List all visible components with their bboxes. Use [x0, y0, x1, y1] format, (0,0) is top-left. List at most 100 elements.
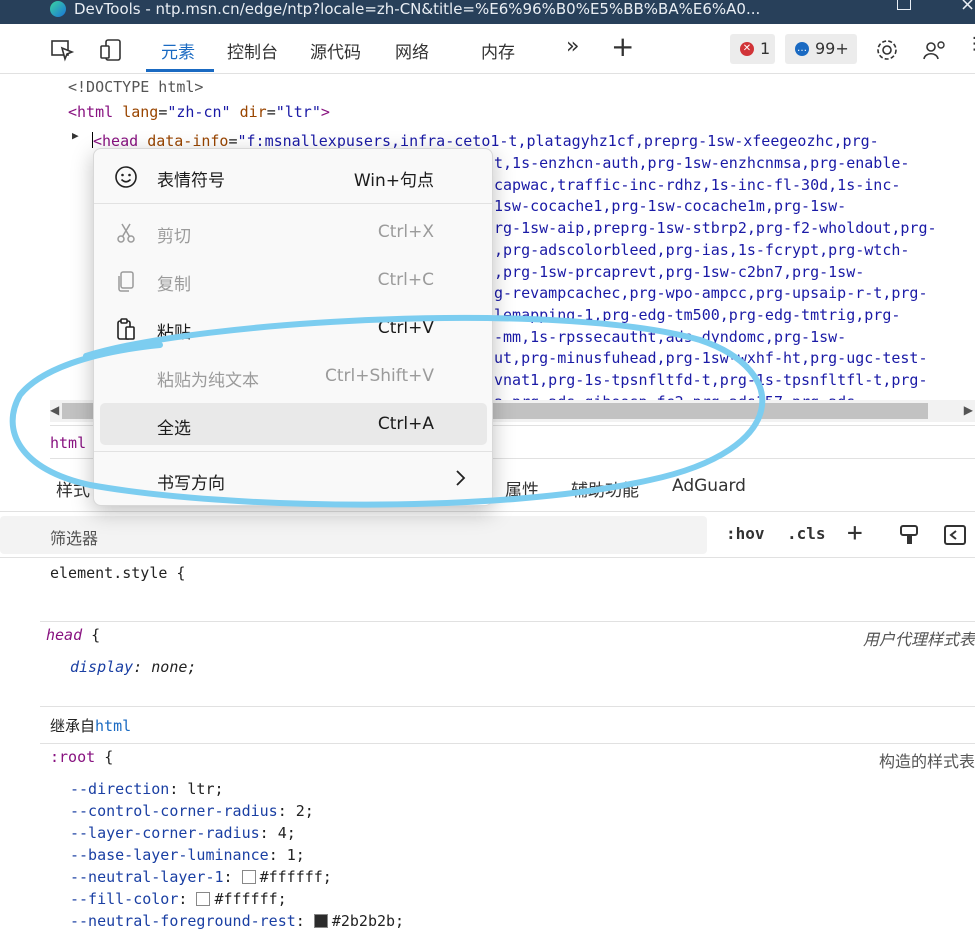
menu-item-shortcut: Ctrl+X [377, 222, 434, 242]
html-tag: <html [68, 103, 114, 121]
close-window-button[interactable]: × [960, 0, 975, 15]
scroll-left-arrow-icon[interactable]: ◀ [50, 403, 59, 417]
tab-memory[interactable]: 内存 [481, 38, 515, 63]
window-titlebar: DevTools - ntp.msn.cn/edge/ntp?locale=zh… [0, 0, 975, 24]
menu-item-label: 复制 [157, 275, 191, 295]
inherited-tag-link[interactable]: html [95, 717, 131, 735]
head-selector[interactable]: head { [46, 626, 100, 644]
device-emulation-icon[interactable] [99, 38, 125, 62]
more-tabs-button[interactable]: » [566, 34, 579, 59]
tab-console[interactable]: 控制台 [227, 38, 278, 63]
tab-properties[interactable]: 属性 [505, 476, 539, 501]
root-selector[interactable]: :root { [50, 748, 113, 766]
doctype-node[interactable]: <!DOCTYPE html> [68, 78, 203, 96]
color-swatch[interactable] [313, 914, 328, 928]
tab-styles[interactable]: 样式 [56, 476, 90, 501]
menu-item-copy[interactable]: 复制 Ctrl+C [100, 259, 487, 301]
css-variable-declaration[interactable]: --neutral-foreground-rest: #2b2b2b; [70, 912, 404, 930]
css-variable-declaration[interactable]: --layer-corner-radius: 4; [70, 824, 296, 842]
menu-item-shortcut: Ctrl+C [377, 270, 434, 290]
display-val: none; [151, 658, 197, 676]
menu-item-label: 全选 [157, 419, 191, 439]
error-icon: ✕ [740, 42, 754, 56]
new-style-rule-button[interactable]: + [847, 518, 863, 548]
menu-item-writing-direction[interactable]: 书写方向 [100, 458, 487, 500]
clipboard-icon [117, 318, 135, 340]
issues-count-badge[interactable]: … 99+ [785, 34, 857, 64]
lang-attr: lang [122, 103, 159, 121]
emoji-icon [115, 166, 137, 188]
css-variable-declaration[interactable]: --fill-color: #ffffff; [70, 890, 287, 908]
data-info-continuation: capwac,traffic-inc-rdhz,1s-inc-fl-30d,1s… [494, 175, 901, 194]
add-tab-button[interactable]: + [611, 30, 634, 63]
styles-filter-bar: 筛选器 :hov .cls + [0, 514, 975, 558]
context-menu: 表情符号 Win+句点 剪切 Ctrl+X 复制 Ctrl+C 粘贴 Ctrl+… [93, 148, 493, 506]
menu-item-emoji[interactable]: 表情符号 Win+句点 [100, 155, 487, 197]
tab-adguard[interactable]: AdGuard [672, 476, 746, 496]
menu-item-select-all[interactable]: 全选 Ctrl+A [100, 403, 487, 445]
devtools-app-icon [50, 1, 66, 17]
display-prop: display [70, 658, 134, 676]
breadcrumb-html[interactable]: html [50, 434, 86, 452]
scroll-right-arrow-icon[interactable]: ▶ [964, 403, 973, 417]
restore-window-button[interactable] [897, 0, 911, 10]
element-style-rule[interactable]: element.style { [50, 564, 185, 582]
menu-item-label: 粘贴 [157, 323, 191, 343]
menu-item-shortcut: Win+句点 [353, 171, 434, 191]
tab-network[interactable]: 网络 [395, 38, 429, 63]
expand-arrow-icon[interactable]: ▶ [72, 129, 79, 142]
color-swatch[interactable] [196, 892, 211, 906]
data-info-continuation: a prg-ads-qiboosp-fc2 prg-ads157 prg-ads [494, 393, 855, 400]
toggle-sidebar-icon[interactable] [944, 525, 966, 545]
feedback-people-icon[interactable] [922, 38, 948, 62]
hov-toggle-button[interactable]: :hov [726, 524, 765, 543]
data-info-continuation: ut,prg-minusfuhead,prg-1sw-wxhf-ht,prg-u… [494, 349, 928, 368]
css-variable-declaration[interactable]: --direction: ltr; [70, 780, 224, 798]
chevron-right-icon [456, 470, 466, 486]
menu-item-shortcut: Ctrl+V [377, 318, 434, 338]
error-count: 1 [760, 39, 771, 58]
dir-val: "ltr" [275, 103, 321, 121]
styles-pane: element.style { head { 用户代理样式表 display: … [0, 558, 975, 930]
color-swatch[interactable] [241, 870, 256, 884]
css-variable-value: 1; [286, 846, 305, 864]
tab-sources[interactable]: 源代码 [310, 38, 361, 63]
css-variable-value: ltr; [187, 780, 224, 798]
head-selector-name: head [46, 626, 83, 644]
data-info-continuation: 1sw-cocache1,prg-1sw-cocache1m,prg-1sw- [494, 197, 847, 216]
paint-brush-icon[interactable] [898, 524, 920, 546]
menu-item-cut[interactable]: 剪切 Ctrl+X [100, 211, 487, 253]
display-declaration[interactable]: display: none; [70, 658, 196, 676]
window-title: DevTools - ntp.msn.cn/edge/ntp?locale=zh… [74, 0, 761, 18]
tab-accessibility[interactable]: 辅助功能 [571, 476, 639, 501]
data-info-continuation: ,prg-adscolorbleed,prg-ias,1s-fcrypt,prg… [494, 240, 910, 259]
menu-item-paste[interactable]: 粘贴 Ctrl+V [100, 307, 487, 349]
data-info-continuation: ,prg-1sw-prcaprevt,prg-1sw-c2bn7,prg-1sw… [494, 262, 865, 281]
user-agent-stylesheet-label: 用户代理样式表 [862, 632, 975, 649]
more-options-icon[interactable]: ⋮ [966, 34, 975, 54]
menu-item-paste-plain[interactable]: 粘贴为纯文本 Ctrl+Shift+V [100, 355, 487, 397]
root-selector-name: :root [50, 748, 96, 766]
tab-elements[interactable]: 元素 [161, 38, 195, 63]
css-variable-declaration[interactable]: --neutral-layer-1: #ffffff; [70, 868, 332, 886]
settings-gear-icon[interactable] [874, 38, 900, 62]
css-variable-name: --direction [70, 780, 170, 798]
html-node[interactable]: <html lang="zh-cn" dir="ltr"> [68, 103, 330, 121]
css-variable-declaration[interactable]: --base-layer-luminance: 1; [70, 846, 305, 864]
styles-filter-input[interactable]: 筛选器 [0, 516, 707, 554]
menu-item-label: 表情符号 [157, 171, 225, 191]
menu-item-label: 书写方向 [157, 474, 225, 494]
inspect-element-icon[interactable] [50, 38, 76, 62]
css-variable-value: #ffffff; [259, 868, 332, 886]
menu-item-label: 剪切 [157, 227, 191, 247]
error-count-badge[interactable]: ✕ 1 [730, 34, 775, 64]
inherited-from-label: 继承自html [50, 715, 131, 736]
css-variable-declaration[interactable]: --control-corner-radius: 2; [70, 802, 314, 820]
menu-item-shortcut: Ctrl+A [377, 414, 434, 434]
html-close: > [320, 103, 330, 121]
issues-icon: … [795, 42, 809, 56]
copy-icon [118, 271, 134, 292]
css-variable-value: #2b2b2b; [331, 912, 405, 930]
active-tab-indicator [146, 69, 214, 72]
cls-toggle-button[interactable]: .cls [787, 524, 826, 543]
